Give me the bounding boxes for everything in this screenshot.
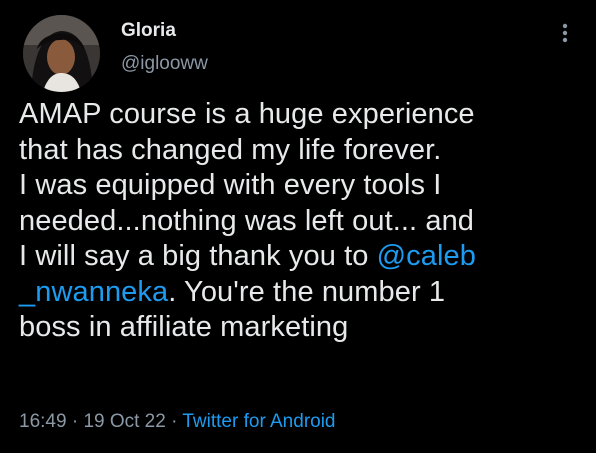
author-handle[interactable]: @iglooww [121, 53, 208, 75]
tweet-text-segment: boss in affiliate marketing [19, 311, 349, 343]
tweet-line: needed...nothing was left out... and [19, 204, 584, 240]
profile-photo-icon [23, 15, 100, 92]
tweet-line: that has changed my life forever. [19, 133, 584, 169]
tweet-text-segment: I will say a big thank you to [19, 240, 377, 272]
tweet-text-segment: that has changed my life forever. [19, 133, 442, 166]
tweet-line: I will say a big thank you to @caleb [19, 239, 584, 275]
tweet-time[interactable]: 16:49 [19, 411, 67, 432]
mention-link[interactable]: _nwanneka [19, 276, 168, 308]
meta-separator: · [66, 411, 84, 432]
mention-link[interactable]: @caleb [377, 240, 476, 272]
tweet-meta: 16:49 · 19 Oct 22 · Twitter for Android [19, 411, 336, 433]
meta-separator: · [165, 411, 183, 432]
tweet-text: AMAP course is a huge experience that ha… [19, 97, 584, 346]
tweet-text-segment: needed...nothing was left out... and [19, 204, 475, 237]
tweet-line: _nwanneka. You're the number 1 [19, 275, 584, 311]
tweet-text-segment: . You're the number 1 [168, 275, 446, 308]
tweet-text-segment: I was equipped with every tools I [19, 169, 442, 201]
avatar[interactable] [23, 15, 100, 92]
tweet-line: I was equipped with every tools I [19, 168, 584, 204]
source-link[interactable]: Twitter for Android [182, 411, 335, 432]
tweet-line: boss in affiliate marketing [19, 310, 584, 346]
tweet-text-segment: AMAP course is a huge experience [19, 98, 475, 130]
author-name[interactable]: Gloria [121, 20, 176, 42]
more-vertical-icon[interactable] [557, 18, 573, 48]
tweet-line: AMAP course is a huge experience [19, 97, 584, 133]
tweet-date[interactable]: 19 Oct 22 [83, 411, 165, 432]
tweet-card: Gloria @iglooww AMAP course is a huge ex… [0, 0, 596, 453]
